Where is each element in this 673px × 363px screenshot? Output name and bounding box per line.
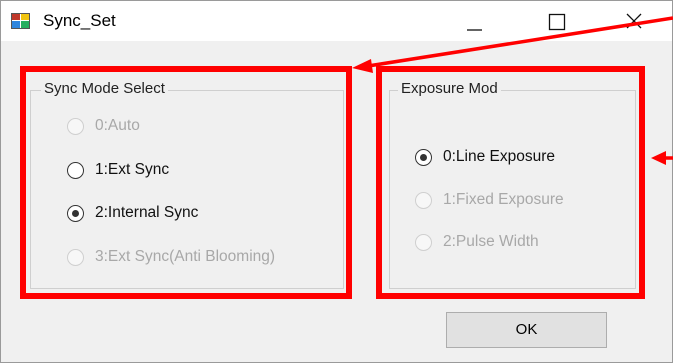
radio-label: 2:Internal Sync [95, 204, 199, 221]
radio-circle-icon [67, 249, 84, 266]
radio-label: 0:Line Exposure [443, 148, 556, 165]
radio-label: 1:Fixed Exposure [443, 191, 564, 208]
radio-circle-icon [415, 234, 432, 251]
ok-button[interactable]: OK [446, 312, 607, 348]
minimize-icon [467, 29, 482, 31]
radio-circle-icon [67, 162, 84, 179]
radio-selected-icon [415, 149, 432, 166]
sync-mode-legend: Sync Mode Select [41, 80, 168, 97]
radio-selected-icon [67, 205, 84, 222]
radio-label: 3:Ext Sync(Anti Blooming) [95, 248, 276, 265]
exposure-mode-legend: Exposure Mod [398, 80, 501, 97]
maximize-icon [548, 13, 566, 31]
radio-label: 1:Ext Sync [95, 161, 170, 178]
exposure-mode-groupbox: Exposure Mod [389, 80, 636, 289]
close-icon [626, 13, 642, 29]
title-bar[interactable]: Sync_Set [1, 1, 672, 41]
app-window-icon [11, 12, 31, 30]
window-title: Sync_Set [43, 11, 116, 30]
radio-circle-icon [415, 192, 432, 209]
radio-circle-icon [67, 118, 84, 135]
radio-label: 2:Pulse Width [443, 233, 539, 250]
radio-label: 0:Auto [95, 117, 140, 134]
sync-set-window: Sync_Set Sync Mode Select 0:Auto 1:Ext S… [0, 0, 673, 363]
close-button[interactable] [607, 1, 663, 41]
minimize-button[interactable] [445, 1, 501, 41]
maximize-button[interactable] [529, 1, 585, 41]
